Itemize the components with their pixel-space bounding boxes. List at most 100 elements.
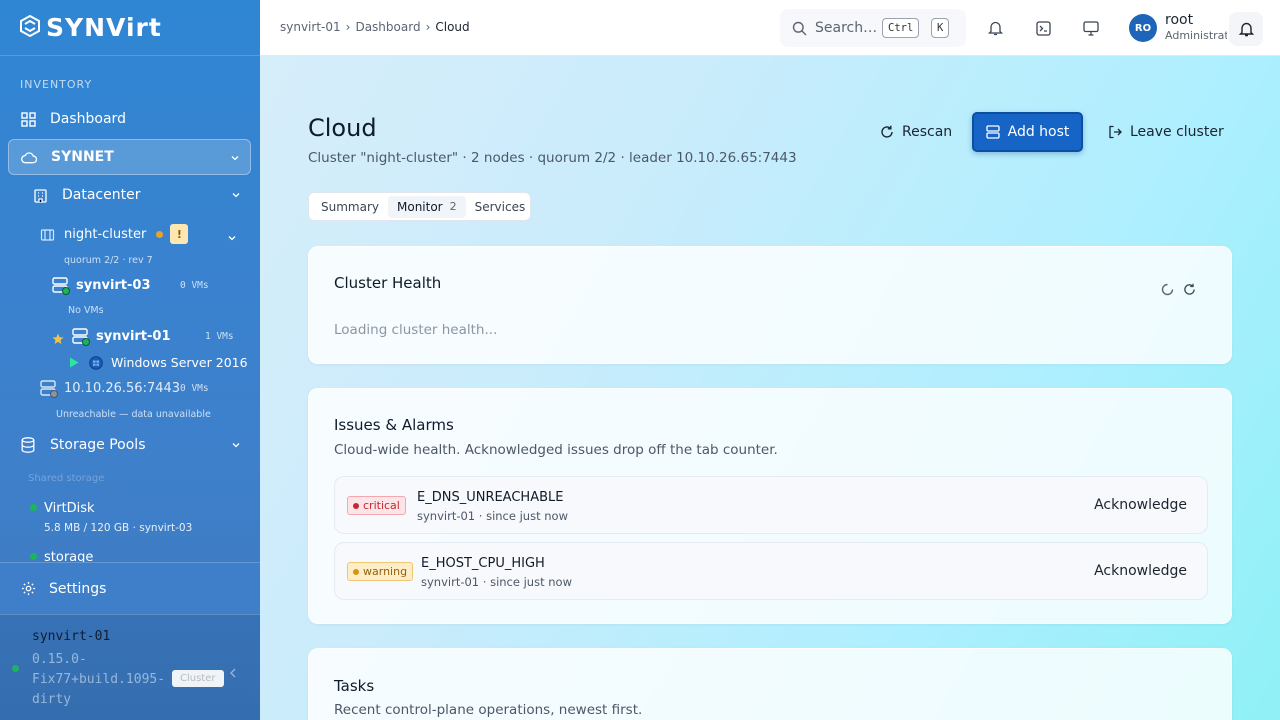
sidebar-item-label: Datacenter [62,187,141,203]
host-online-dot [82,338,90,346]
topbar: synvirt-01 › Dashboard › Cloud Search… C… [260,0,1280,56]
tab-monitor[interactable]: Monitor 2 [388,195,466,218]
tab-label: Summary [321,199,379,214]
sidebar-item-dashboard[interactable]: Dashboard [8,101,251,137]
breadcrumb-separator: › [345,20,351,34]
logout-icon [1108,125,1122,139]
cluster-health-card: Cluster Health Loading cluster health... [308,246,1232,364]
refresh-icon [880,125,894,139]
sidebar-item-label: Settings [49,580,107,597]
inventory-label: INVENTORY [20,78,93,91]
shared-storage-label: Shared storage [28,473,105,484]
sidebar-item-label: SYNNET [51,149,114,165]
sidebar-item-label: Storage Pools [50,437,146,453]
tab-label: Monitor [397,199,443,214]
card-description: Cloud-wide health. Acknowledged issues d… [334,442,778,458]
building-icon [32,187,48,203]
cloud-icon [21,149,37,165]
search-input[interactable]: Search… Ctrl K [780,9,966,47]
tree-item-host-synvirt-01[interactable]: synvirt-01 [72,328,171,346]
chevron-down-icon[interactable] [231,188,241,204]
severity-label: warning [363,565,408,578]
avatar[interactable]: RO [1129,14,1157,42]
running-play-icon [69,357,79,368]
rescan-label: Rescan [902,124,953,140]
breadcrumb-item[interactable]: Dashboard [355,20,420,34]
leave-cluster-button[interactable]: Leave cluster [1108,120,1224,144]
host-name: synvirt-03 [76,277,151,293]
gear-icon [21,581,36,596]
pool-name: VirtDisk [44,501,95,516]
host-vm-count: 0 VMs [180,280,209,291]
tree-item-host-synvirt-03[interactable]: synvirt-03 [52,277,151,295]
star-icon[interactable] [52,330,64,349]
sidebar-item-settings[interactable]: Settings [0,562,260,614]
tree-item-cluster[interactable]: night-cluster ! [40,224,189,244]
card-title: Tasks [334,677,375,695]
tree-item-vm[interactable]: Windows Server 2016 [69,355,248,370]
chevron-down-icon[interactable] [231,438,241,454]
footer-version: 0.15.0-Fix77+build.1095-dirty [32,652,166,707]
severity-dot [353,568,359,575]
cluster-warning-badge[interactable]: ! [170,224,189,244]
breadcrumb: synvirt-01 › Dashboard › Cloud [280,20,470,34]
acknowledge-button[interactable]: Acknowledge [1094,563,1187,579]
issue-meta: synvirt-01 · since just now [421,575,572,589]
chevron-down-icon[interactable] [230,151,240,167]
host-name: synvirt-01 [96,328,171,344]
user-role: Administrator [1165,29,1227,42]
brand[interactable]: SYNVirt [0,0,260,56]
page-title: Cloud [308,114,377,142]
cluster-icon [40,227,55,242]
brand-name: SYNVirt [46,13,162,42]
sidebar-item-synnet[interactable]: SYNNET [8,139,251,175]
sidebar-item-datacenter[interactable]: Datacenter [20,177,251,213]
brand-logo-icon [18,14,42,42]
chevron-down-icon[interactable] [227,228,237,247]
database-icon [20,437,36,453]
tab-summary[interactable]: Summary [312,196,388,218]
tab-bar: Summary Monitor 2 Services [308,192,531,221]
tab-label: Services [474,199,526,214]
leave-cluster-label: Leave cluster [1130,124,1224,140]
refresh-icon[interactable] [1183,281,1196,300]
add-host-label: Add host [1007,124,1070,140]
sidebar-item-storage-pools[interactable]: Storage Pools [8,427,251,463]
breadcrumb-separator: › [425,20,431,34]
severity-dot [353,502,359,509]
grid-icon [20,111,36,127]
sidebar: SYNVirt INVENTORY Dashboard SYNNET Datac… [0,0,260,720]
host-offline-dot [50,390,58,398]
footer-host: synvirt-01 [32,629,111,644]
tree-item-pool-virtdisk[interactable]: VirtDisk [44,501,95,516]
acknowledge-button[interactable]: Acknowledge [1094,497,1187,513]
server-icon [40,380,58,398]
tab-services[interactable]: Services [466,196,535,218]
card-description: Recent control-plane operations, newest … [334,702,643,718]
issues-card: Issues & Alarms Cloud-wide health. Ackno… [308,388,1232,624]
add-host-button[interactable]: Add host [972,112,1083,152]
user-name[interactable]: root [1165,12,1193,28]
rescan-button[interactable]: Rescan [880,120,952,144]
monitor-icon[interactable] [1081,18,1101,38]
pool-online-dot [30,504,37,511]
host-note: Unreachable — data unavailable [56,409,211,420]
issue-code: E_HOST_CPU_HIGH [421,556,545,571]
chevron-left-icon[interactable] [229,663,237,682]
notifications-button[interactable] [1229,12,1263,46]
cluster-meta: quorum 2/2 · rev 7 [64,255,153,266]
page-subtitle: Cluster "night-cluster" · 2 nodes · quor… [308,150,797,166]
server-icon [72,328,90,346]
terminal-icon[interactable] [1033,18,1053,38]
server-icon [985,125,1000,139]
breadcrumb-item[interactable]: synvirt-01 [280,20,341,34]
host-online-dot [12,665,19,672]
severity-label: critical [363,499,400,512]
search-placeholder: Search… [815,20,878,36]
cluster-name: night-cluster [64,226,147,242]
tree-item-host-unreachable[interactable]: 10.10.26.56:7443 [40,380,181,398]
bell-icon[interactable] [985,18,1005,38]
host-name: 10.10.26.56:7443 [64,380,181,396]
shortcut-k: K [931,18,950,38]
tab-count: 2 [449,200,457,213]
